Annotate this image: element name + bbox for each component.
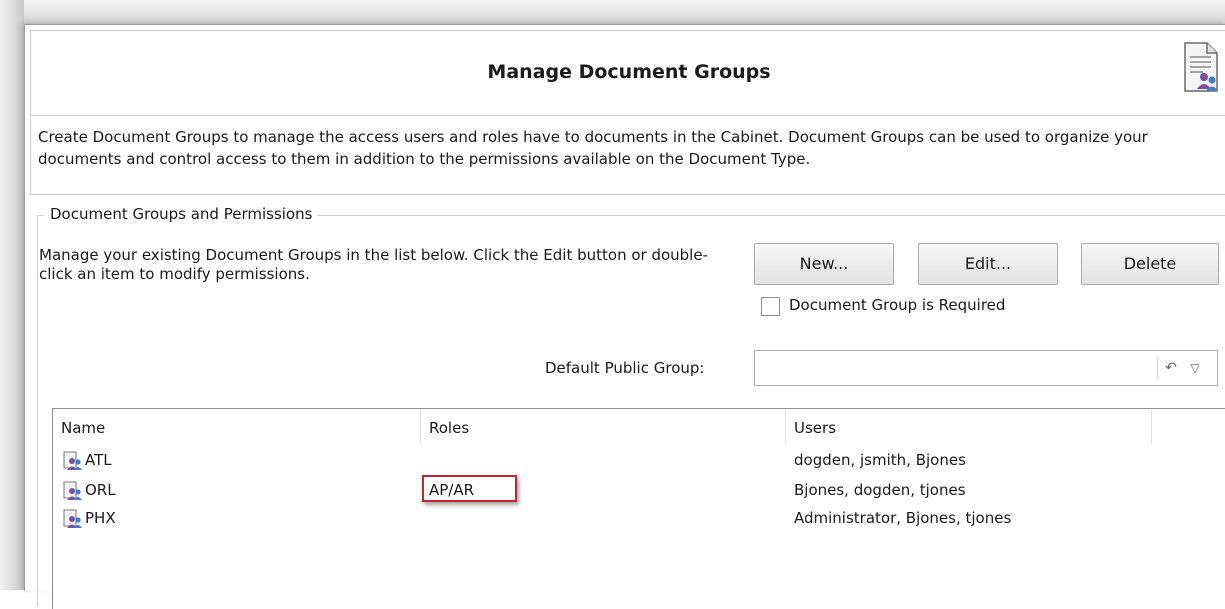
group-legend: Document Groups and Permissions [44, 205, 319, 223]
header-panel: Manage Document Groups [30, 30, 1225, 116]
list-row-orl[interactable]: ORL AP/AR Bjones, dogden, tjones [53, 475, 1225, 502]
document-group-icon [63, 509, 82, 528]
frame-top-edge [0, 0, 1225, 24]
row-name-cell: ATL [63, 449, 112, 472]
row-users: Bjones, dogden, tjones [794, 481, 966, 499]
select-divider [1157, 357, 1158, 379]
required-checkbox[interactable] [761, 297, 780, 316]
row-name: PHX [85, 509, 116, 527]
column-header-name[interactable]: Name [53, 409, 420, 445]
description-panel: Create Document Groups to manage the acc… [30, 114, 1225, 195]
manage-document-groups-window: Manage Document Groups Create Document G… [24, 24, 1225, 609]
row-name-cell: PHX [63, 507, 116, 530]
edit-button[interactable]: Edit... [918, 243, 1058, 285]
row-users: Administrator, Bjones, tjones [794, 509, 1012, 527]
row-roles: AP/AR [429, 481, 475, 499]
undo-icon[interactable]: ↶ [1161, 357, 1181, 379]
row-users: dogden, jsmith, Bjones [794, 451, 966, 469]
column-header-users[interactable]: Users [785, 409, 1151, 445]
row-name-cell: ORL [63, 479, 116, 502]
manage-instructions: Manage your existing Document Groups in … [39, 246, 708, 283]
column-header-roles[interactable]: Roles [420, 409, 785, 445]
document-group-icon [63, 481, 82, 500]
new-button[interactable]: New... [754, 243, 894, 285]
frame-left-edge [0, 0, 24, 590]
list-row-atl[interactable]: ATL dogden, jsmith, Bjones [53, 449, 1225, 472]
document-groups-permissions-group: Document Groups and Permissions Manage y… [37, 205, 1225, 609]
page-title: Manage Document Groups [487, 61, 771, 83]
default-public-group-label: Default Public Group: [545, 359, 705, 377]
description-text: Create Document Groups to manage the acc… [38, 128, 1148, 168]
document-groups-list[interactable]: Name Roles Users ATL dogden, jsmith, Bjo… [52, 408, 1225, 609]
row-name: ATL [85, 451, 112, 469]
delete-button[interactable]: Delete [1081, 243, 1219, 285]
chevron-down-icon[interactable]: ▽ [1185, 357, 1205, 379]
document-users-icon [1184, 42, 1218, 92]
default-public-group-select[interactable]: ↶ ▽ [754, 350, 1218, 386]
document-group-icon [63, 451, 82, 470]
list-row-phx[interactable]: PHX Administrator, Bjones, tjones [53, 507, 1225, 530]
column-header-filler [1151, 409, 1225, 445]
required-checkbox-label: Document Group is Required [789, 296, 1006, 314]
row-name: ORL [85, 481, 116, 499]
